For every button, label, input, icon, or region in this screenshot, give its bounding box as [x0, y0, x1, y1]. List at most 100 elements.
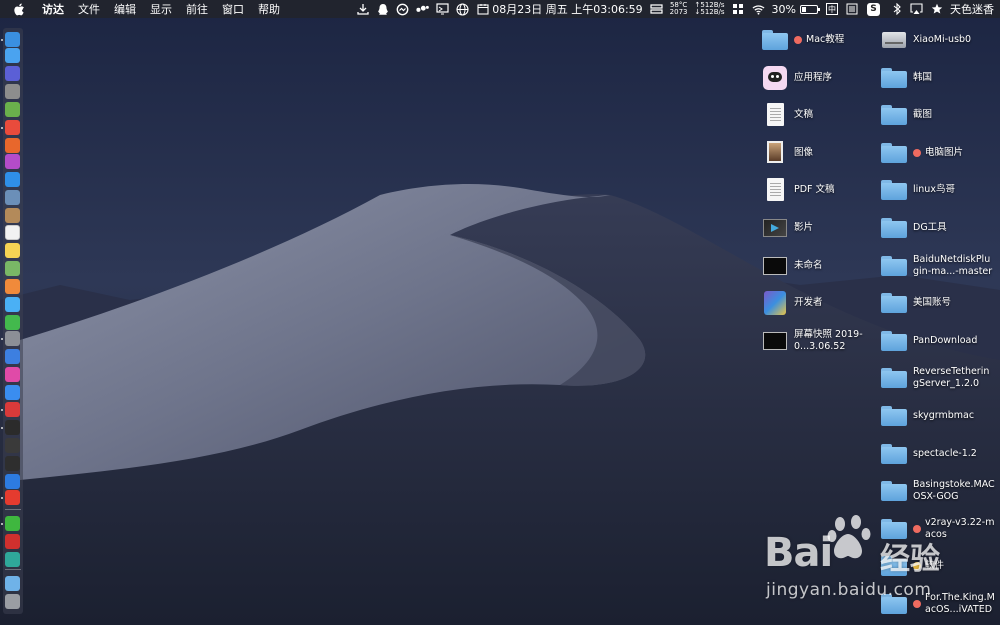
calendar-icon[interactable] [476, 3, 489, 16]
launchpad-icon[interactable] [5, 84, 20, 99]
desktop-item-label: DG工具 [913, 222, 947, 234]
vivaldi-icon[interactable] [5, 402, 20, 417]
input-method-icon[interactable]: 中 [826, 0, 838, 18]
preview-icon[interactable] [5, 190, 20, 205]
battery-percent[interactable]: 30% [772, 0, 796, 18]
netease-music-icon[interactable] [5, 534, 20, 549]
desktop-right-item[interactable]: XiaoMi-usb0 [880, 27, 971, 53]
grid-app-icon[interactable] [732, 3, 745, 16]
terminal-icon[interactable] [5, 420, 20, 435]
activity-monitor-icon[interactable] [5, 438, 20, 453]
photos-icon[interactable] [5, 279, 20, 294]
xcode-icon[interactable] [5, 172, 20, 187]
calendar-app-icon[interactable] [5, 225, 20, 240]
screen-saver-icon[interactable] [5, 154, 20, 169]
menu-window[interactable]: 窗口 [222, 1, 244, 17]
desktop-left-item[interactable]: PDF 文稿 [761, 177, 835, 203]
desktop-item-name: Mac教程 [806, 34, 845, 45]
desktop-right-item[interactable]: skygrmbmac [880, 403, 974, 429]
desktop-item-label: spectacle-1.2 [913, 448, 977, 460]
qiyu-icon[interactable] [5, 552, 20, 567]
desktop-left-item[interactable]: Mac教程 [761, 27, 844, 53]
menu-file[interactable]: 文件 [78, 1, 100, 17]
desktop-right-item[interactable]: 美国账号 [880, 290, 951, 316]
desktop-left-item[interactable]: 应用程序 [761, 65, 832, 91]
screen-share-icon[interactable] [436, 3, 449, 16]
network-stats[interactable]: ↑512B/s ↓512B/s [695, 0, 725, 18]
menu-app-name[interactable]: 访达 [42, 1, 64, 17]
desktop-right-item[interactable]: spectacle-1.2 [880, 441, 977, 467]
desktop-left-item[interactable]: 未命名 [761, 253, 823, 279]
color-tag-icon [794, 36, 802, 44]
menu-edit[interactable]: 编辑 [114, 1, 136, 17]
desktop-item-name: PDF 文稿 [794, 184, 835, 196]
vpn-app-icon[interactable] [5, 474, 20, 489]
folder-icon [880, 403, 908, 429]
desktop-item-label: ReverseTetheringServer_1.2.0 [913, 366, 995, 390]
folder-icon [880, 253, 908, 279]
desktop-right-item[interactable]: PanDownload [880, 328, 977, 354]
desktop-right-item[interactable]: 电脑图片 [880, 140, 963, 166]
qq-icon[interactable] [376, 3, 389, 16]
downloads-folder-icon[interactable] [5, 576, 20, 591]
airplay-icon[interactable] [910, 3, 923, 16]
desktop-left-item[interactable]: 影片 [761, 215, 813, 241]
console-icon[interactable] [5, 456, 20, 471]
menu-view[interactable]: 显示 [150, 1, 172, 17]
app-store-icon[interactable] [5, 385, 20, 400]
apple-menu-icon[interactable] [14, 1, 28, 17]
safari-icon[interactable] [5, 48, 20, 63]
desktop-item-label: 美国账号 [913, 297, 951, 309]
star-icon[interactable] [930, 3, 943, 16]
desktop-right-item[interactable]: 截图 [880, 102, 932, 128]
chrome-icon[interactable] [5, 120, 20, 135]
itunes-icon[interactable] [5, 367, 20, 382]
notes-icon[interactable] [5, 243, 20, 258]
desktop-right-item[interactable]: ReverseTetheringServer_1.2.0 [880, 365, 995, 391]
desktop-right-item[interactable]: 韩国 [880, 65, 932, 91]
sogou-icon[interactable]: S [867, 0, 880, 18]
siri-icon[interactable] [5, 66, 20, 81]
connect-dots-icon[interactable] [416, 3, 430, 16]
facetime-icon[interactable] [5, 315, 20, 330]
finder-icon[interactable] [5, 32, 20, 47]
desktop-item-name: 应用程序 [794, 71, 833, 83]
desktop-item-name: 开发者 [794, 297, 823, 309]
usb-drive-icon [880, 27, 908, 53]
menubar-clock[interactable]: 08月23日 周五 上午03:06:59 [492, 0, 642, 18]
desktop-right-item[interactable]: linux鸟哥 [880, 177, 955, 203]
user-name[interactable]: 天色迷香 [950, 0, 994, 18]
desktop-left-item[interactable]: 屏幕快照 2019-0...3.06.52 [761, 328, 876, 354]
desktop-right-item[interactable]: DG工具 [880, 215, 947, 241]
input-switch-icon[interactable] [650, 3, 663, 16]
wifi-icon[interactable] [752, 3, 765, 16]
android-studio-icon[interactable] [5, 102, 20, 117]
yandex-icon[interactable] [5, 490, 20, 505]
maps-icon[interactable] [5, 261, 20, 276]
menu-go[interactable]: 前往 [186, 1, 208, 17]
desktop-item-label: 截图 [913, 109, 932, 121]
notefile-icon[interactable] [5, 208, 20, 223]
desktop-left-item[interactable]: 开发者 [761, 290, 823, 316]
bluetooth-icon[interactable] [890, 3, 903, 16]
trash-icon[interactable] [5, 594, 20, 609]
menu-list-icon[interactable] [845, 3, 858, 16]
wechat-icon[interactable] [5, 516, 20, 531]
download-icon[interactable] [356, 3, 369, 16]
desktop-item-name: linux鸟哥 [913, 184, 955, 196]
vpn-status-icon[interactable] [396, 3, 409, 16]
menu-help[interactable]: 帮助 [258, 1, 280, 17]
desktop-item-label: PanDownload [913, 335, 977, 347]
transmit-icon[interactable] [5, 138, 20, 153]
messages-icon[interactable] [5, 297, 20, 312]
sogou-label: S [867, 2, 880, 16]
globe-icon[interactable] [456, 2, 469, 16]
system-preferences-icon[interactable] [5, 331, 20, 346]
keynote-icon[interactable] [5, 349, 20, 364]
cpu-stats[interactable]: 58°C 2073 [670, 0, 688, 18]
desktop-left-item[interactable]: 图像 [761, 140, 813, 166]
desktop-left-item[interactable]: 文稿 [761, 102, 813, 128]
desktop-right-item[interactable]: Basingstoke.MACOSX-GOG [880, 478, 995, 504]
battery-icon[interactable] [800, 0, 820, 18]
desktop-right-item[interactable]: BaiduNetdiskPlugin-ma...-master [880, 253, 995, 279]
